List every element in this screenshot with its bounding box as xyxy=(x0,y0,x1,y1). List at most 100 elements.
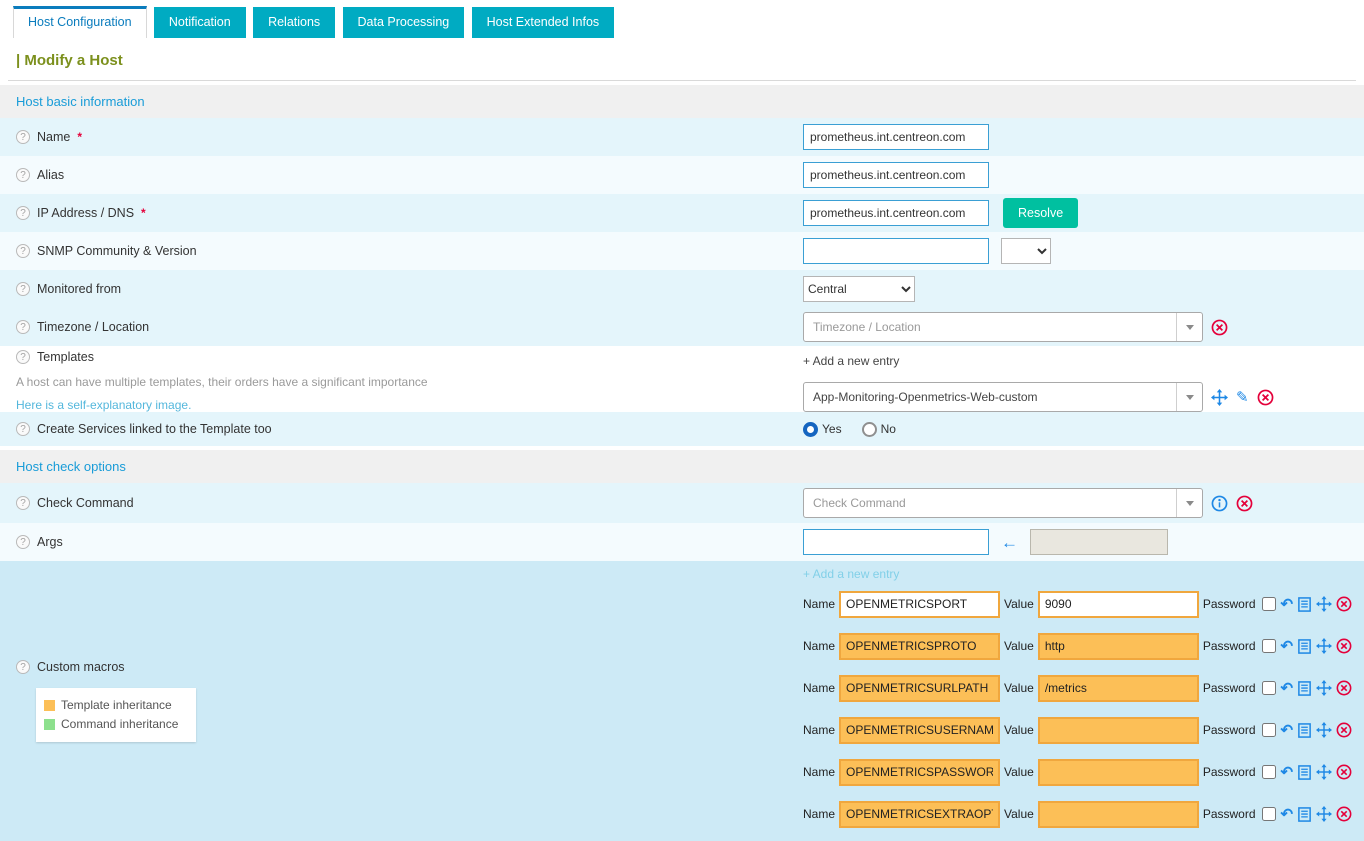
help-icon[interactable]: ? xyxy=(16,660,30,674)
tab-data-processing[interactable]: Data Processing xyxy=(343,7,465,38)
required-mark: * xyxy=(77,130,82,144)
move-icon[interactable] xyxy=(1316,764,1332,780)
help-icon[interactable]: ? xyxy=(16,130,30,144)
description-icon[interactable] xyxy=(1297,765,1312,780)
macro-password-checkbox[interactable] xyxy=(1262,597,1276,611)
snmp-community-input[interactable] xyxy=(803,238,989,264)
tab-relations[interactable]: Relations xyxy=(253,7,335,38)
radio-no-label: No xyxy=(881,422,896,436)
chevron-down-icon[interactable] xyxy=(1176,489,1202,517)
monitored-from-select[interactable]: Central xyxy=(803,276,915,302)
help-icon[interactable]: ? xyxy=(16,206,30,220)
macro-name-input[interactable] xyxy=(839,675,1000,702)
radio-no[interactable]: No xyxy=(862,422,896,437)
chevron-down-icon[interactable] xyxy=(1176,383,1202,411)
args-input[interactable] xyxy=(803,529,989,555)
undo-icon[interactable]: ↶ xyxy=(1281,807,1294,822)
radio-yes[interactable]: Yes xyxy=(803,422,842,437)
section-host-basic-information: Host basic information xyxy=(0,85,1364,118)
snmp-version-select[interactable] xyxy=(1001,238,1051,264)
macro-name-input[interactable] xyxy=(839,633,1000,660)
form-row-alias: ? Alias xyxy=(0,156,1364,194)
delete-macro-icon[interactable] xyxy=(1336,764,1352,780)
macro-name-input[interactable] xyxy=(839,591,1000,618)
undo-icon[interactable]: ↶ xyxy=(1281,597,1294,612)
name-input[interactable] xyxy=(803,124,989,150)
description-icon[interactable] xyxy=(1297,807,1312,822)
clear-check-command-icon[interactable] xyxy=(1236,495,1253,512)
move-icon[interactable] xyxy=(1316,596,1332,612)
macro-value-input[interactable] xyxy=(1038,675,1199,702)
help-icon[interactable]: ? xyxy=(16,244,30,258)
templates-help-link[interactable]: Here is a self-explanatory image. xyxy=(16,398,191,412)
macro-value-input[interactable] xyxy=(1038,801,1199,828)
macro-password-checkbox[interactable] xyxy=(1262,639,1276,653)
macro-value-input[interactable] xyxy=(1038,591,1199,618)
macro-password-checkbox[interactable] xyxy=(1262,765,1276,779)
description-icon[interactable] xyxy=(1297,681,1312,696)
move-icon[interactable] xyxy=(1316,680,1332,696)
form-row-check-command: ? Check Command Check Command xyxy=(0,483,1364,523)
page-title: | Modify a Host xyxy=(0,38,1364,80)
macro-password-checkbox[interactable] xyxy=(1262,807,1276,821)
undo-icon[interactable]: ↶ xyxy=(1281,723,1294,738)
help-icon[interactable]: ? xyxy=(16,496,30,510)
macro-row: Name Value Password ↶ xyxy=(803,583,1364,625)
edit-template-icon[interactable]: ✎ xyxy=(1236,390,1249,405)
description-icon[interactable] xyxy=(1297,723,1312,738)
macro-name-input[interactable] xyxy=(839,801,1000,828)
clear-timezone-icon[interactable] xyxy=(1211,319,1228,336)
macro-password-checkbox[interactable] xyxy=(1262,681,1276,695)
macro-value-input[interactable] xyxy=(1038,717,1199,744)
macro-row: Name Value Password ↶ xyxy=(803,667,1364,709)
help-icon[interactable]: ? xyxy=(16,535,30,549)
help-icon[interactable]: ? xyxy=(16,168,30,182)
help-icon[interactable]: ? xyxy=(16,282,30,296)
undo-icon[interactable]: ↶ xyxy=(1281,681,1294,696)
form-row-ip-address: ? IP Address / DNS * Resolve xyxy=(0,194,1364,232)
description-icon[interactable] xyxy=(1297,639,1312,654)
undo-icon[interactable]: ↶ xyxy=(1281,765,1294,780)
help-icon[interactable]: ? xyxy=(16,350,30,364)
timezone-select[interactable]: Timezone / Location xyxy=(803,312,1203,342)
macro-value-input[interactable] xyxy=(1038,759,1199,786)
templates-help-text: A host can have multiple templates, thei… xyxy=(16,375,428,389)
macro-name-input[interactable] xyxy=(839,717,1000,744)
templates-add-entry-link[interactable]: + Add a new entry xyxy=(803,350,899,374)
delete-macro-icon[interactable] xyxy=(1336,680,1352,696)
description-icon[interactable] xyxy=(1297,597,1312,612)
form-row-create-services: ? Create Services linked to the Template… xyxy=(0,412,1364,446)
macro-legend: Template inheritance Command inheritance xyxy=(36,688,196,742)
macro-name-input[interactable] xyxy=(839,759,1000,786)
command-inheritance-swatch xyxy=(44,719,55,730)
tab-notification[interactable]: Notification xyxy=(154,7,246,38)
delete-macro-icon[interactable] xyxy=(1336,638,1352,654)
macro-value-input[interactable] xyxy=(1038,633,1199,660)
timezone-placeholder: Timezone / Location xyxy=(804,320,1176,334)
tab-host-configuration[interactable]: Host Configuration xyxy=(13,6,147,38)
macros-add-entry-link[interactable]: + Add a new entry xyxy=(803,561,1364,583)
delete-macro-icon[interactable] xyxy=(1336,722,1352,738)
snmp-label: SNMP Community & Version xyxy=(37,244,197,258)
timezone-label: Timezone / Location xyxy=(37,320,149,334)
ip-address-input[interactable] xyxy=(803,200,989,226)
macro-row: Name Value Password ↶ xyxy=(803,709,1364,751)
help-icon[interactable]: ? xyxy=(16,320,30,334)
move-icon[interactable] xyxy=(1211,389,1228,406)
move-icon[interactable] xyxy=(1316,638,1332,654)
chevron-down-icon[interactable] xyxy=(1176,313,1202,341)
template-inheritance-swatch xyxy=(44,700,55,711)
help-icon[interactable]: ? xyxy=(16,422,30,436)
tab-host-extended-infos[interactable]: Host Extended Infos xyxy=(472,7,615,38)
delete-template-icon[interactable] xyxy=(1257,389,1274,406)
alias-input[interactable] xyxy=(803,162,989,188)
check-command-placeholder: Check Command xyxy=(804,496,1176,510)
undo-icon[interactable]: ↶ xyxy=(1281,639,1294,654)
check-command-select[interactable]: Check Command xyxy=(803,488,1203,518)
macro-password-checkbox[interactable] xyxy=(1262,723,1276,737)
template-select[interactable]: App-Monitoring-Openmetrics-Web-custom xyxy=(803,382,1203,412)
info-icon[interactable] xyxy=(1211,495,1228,512)
delete-macro-icon[interactable] xyxy=(1336,596,1352,612)
resolve-button[interactable]: Resolve xyxy=(1003,198,1078,228)
move-icon[interactable] xyxy=(1316,722,1332,738)
